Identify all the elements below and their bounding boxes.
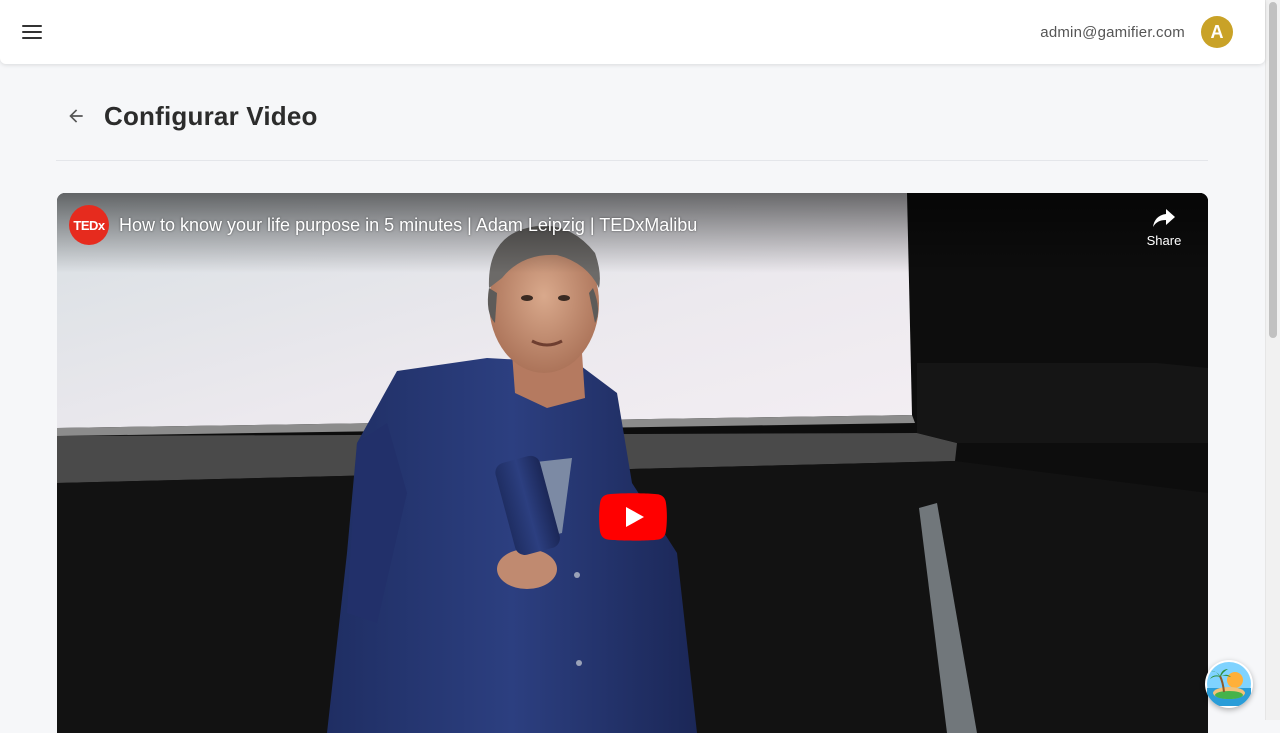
vertical-scrollbar[interactable] xyxy=(1265,0,1280,720)
arrow-left-icon xyxy=(69,109,83,123)
island-palm-icon[interactable] xyxy=(1205,660,1253,708)
avatar[interactable]: A xyxy=(1201,16,1233,48)
back-button[interactable] xyxy=(56,92,96,140)
user-menu[interactable]: admin@gamifier.com A xyxy=(1040,16,1233,48)
user-email: admin@gamifier.com xyxy=(1040,23,1185,41)
video-thumbnail xyxy=(57,193,1208,733)
page-title: Configurar Video xyxy=(104,101,318,131)
island-palm-illustration xyxy=(1207,662,1251,706)
channel-logo[interactable]: TEDx xyxy=(69,205,109,245)
page-header: Configurar Video xyxy=(56,92,1208,161)
video-title[interactable]: How to know your life purpose in 5 minut… xyxy=(119,215,697,236)
share-arrow-icon xyxy=(1153,209,1175,227)
youtube-video-player[interactable]: TEDx How to know your life purpose in 5 … xyxy=(57,193,1208,733)
share-button[interactable]: Share xyxy=(1142,207,1186,248)
scrollbar-thumb[interactable] xyxy=(1269,2,1277,338)
hamburger-menu-icon[interactable] xyxy=(22,24,42,40)
share-label: Share xyxy=(1146,233,1182,248)
top-app-bar: admin@gamifier.com A xyxy=(0,0,1265,64)
youtube-play-icon[interactable] xyxy=(599,493,667,541)
